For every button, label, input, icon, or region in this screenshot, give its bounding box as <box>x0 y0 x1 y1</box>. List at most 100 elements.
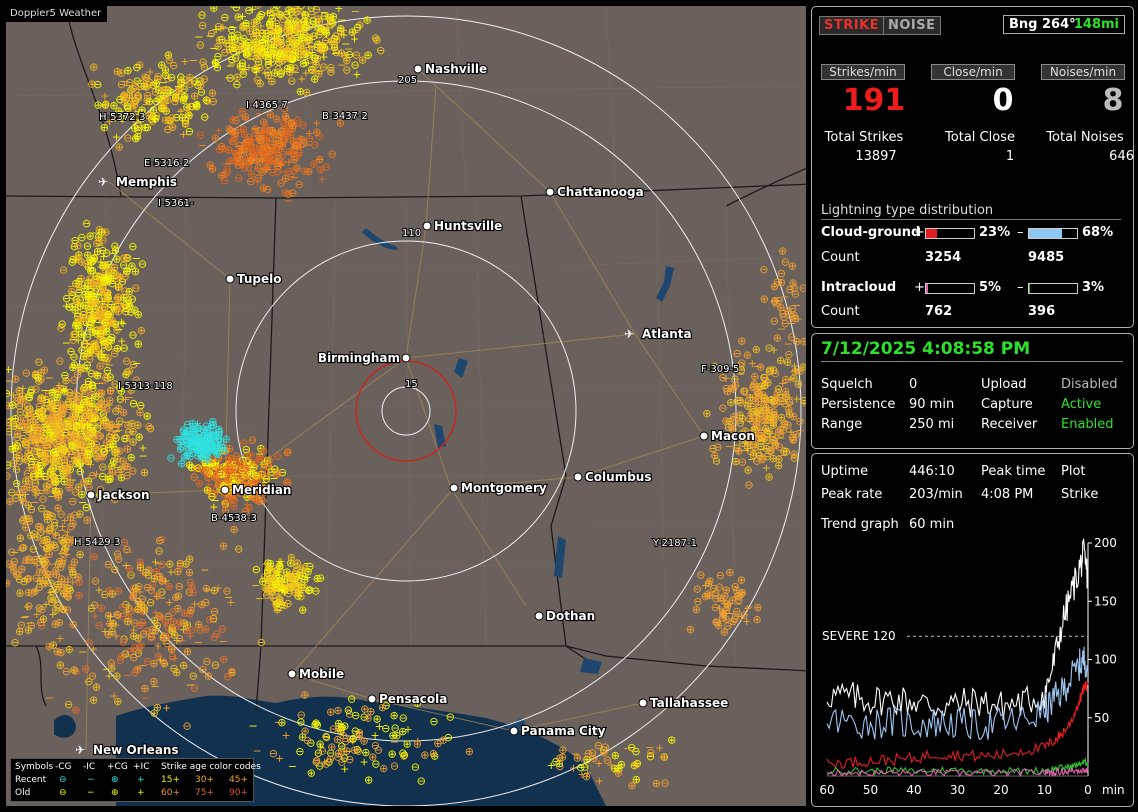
svg-text:⊖: ⊖ <box>74 423 83 436</box>
svg-text:+: + <box>62 300 71 313</box>
svg-text:⊕: ⊕ <box>714 619 723 632</box>
svg-text:⊖: ⊖ <box>398 746 407 759</box>
noise-mode-button[interactable]: NOISE <box>883 16 941 35</box>
receiver-value[interactable]: Enabled <box>1061 417 1114 432</box>
svg-text:⊕: ⊕ <box>203 446 212 459</box>
svg-text:⊕: ⊕ <box>179 94 188 107</box>
city-tupelo[interactable]: Tupelo <box>225 271 283 287</box>
city-dot-icon <box>545 187 555 197</box>
svg-text:−: − <box>124 391 133 404</box>
neg-ic-recent-icon: − <box>87 774 95 787</box>
map-canvas[interactable]: −⊖⊖⊖⊖⊕⊖ ⊖⊕ ++⊕+⊖⊕⊖⊖⊕+ ⊖⊕⊕ ⊕⊖+⊖⊕⊕⊕⊖⊕⊖⊕ ⊕⊖⊕⊖⊖−+… <box>6 6 806 806</box>
svg-text:⊕: ⊕ <box>327 740 336 753</box>
svg-text:⊖: ⊖ <box>211 658 220 671</box>
city-dot-icon <box>638 698 648 708</box>
capture-value[interactable]: Active <box>1061 397 1101 412</box>
svg-text:⊕: ⊕ <box>789 447 798 460</box>
legend-header-pos-ic: +IC <box>133 761 149 774</box>
svg-text:⊖: ⊖ <box>197 85 206 98</box>
svg-text:⊖: ⊖ <box>321 161 330 174</box>
svg-text:+: + <box>308 30 317 43</box>
cg-positive-fill <box>926 229 938 238</box>
svg-text:⊖: ⊖ <box>351 709 360 722</box>
city-pensacola[interactable]: Pensacola <box>367 691 448 707</box>
city-memphis[interactable]: ✈ Memphis <box>98 174 178 190</box>
svg-text:⊕: ⊕ <box>133 603 142 616</box>
svg-text:⊖: ⊖ <box>38 447 47 460</box>
svg-text:⊕: ⊕ <box>760 293 769 306</box>
svg-text:⊖: ⊖ <box>196 129 205 142</box>
svg-text:−: − <box>571 747 580 760</box>
city-columbus[interactable]: Columbus <box>573 469 653 485</box>
svg-text:⊕: ⊕ <box>363 48 372 61</box>
svg-text:+: + <box>162 701 171 714</box>
svg-text:⊕: ⊕ <box>234 11 243 24</box>
sensor-marker[interactable]: Y-2187-1 <box>651 537 698 550</box>
svg-text:⊖: ⊖ <box>125 76 134 89</box>
sensor-marker[interactable]: I-5313-118 <box>117 380 174 393</box>
svg-text:⊕: ⊕ <box>317 42 326 55</box>
sensor-marker[interactable]: B-3437-2 <box>321 110 369 123</box>
distribution-title: Lightning type distribution <box>821 203 1121 220</box>
city-panama-city[interactable]: Panama City <box>509 723 607 739</box>
bearing-readout: Bng 264° 148mi <box>1003 15 1125 34</box>
svg-text:⊕: ⊕ <box>141 566 150 579</box>
svg-text:⊖: ⊖ <box>47 510 56 523</box>
sensor-marker[interactable]: H-5372-3 <box>98 111 147 124</box>
svg-text:−: − <box>114 323 123 336</box>
lightning-map[interactable]: Doppler5 Weather − ⊖ ⊖ ⊖ ⊖ ⊕ ⊖ ⊖ ⊕ + + ⊕… <box>6 6 806 806</box>
x-tick-label: 40 <box>906 783 921 797</box>
squelch-value: 0 <box>909 377 917 392</box>
svg-text:−: − <box>785 398 794 411</box>
svg-text:⊖: ⊖ <box>72 295 81 308</box>
city-dot-icon <box>413 64 423 74</box>
svg-text:⊖: ⊖ <box>340 719 349 732</box>
legend-age-title: Strike age color codes <box>161 761 261 774</box>
sensor-marker[interactable]: F-309-5 <box>700 363 740 376</box>
city-dothan[interactable]: Dothan <box>534 608 596 624</box>
range-ring-label: 15 <box>405 379 418 390</box>
city-birmingham[interactable]: Birmingham <box>317 350 411 366</box>
city-chattanooga[interactable]: Chattanooga <box>545 184 645 200</box>
city-macon[interactable]: Macon <box>699 428 756 444</box>
svg-text:+: + <box>161 575 170 588</box>
svg-text:−: − <box>248 720 257 733</box>
city-nashville[interactable]: Nashville <box>413 61 488 77</box>
svg-text:⊕: ⊕ <box>778 245 787 258</box>
svg-text:⊕: ⊕ <box>125 364 134 377</box>
svg-text:⊕: ⊕ <box>229 523 238 536</box>
city-label: Dothan <box>546 609 595 623</box>
svg-text:−: − <box>62 337 71 350</box>
svg-text:⊕: ⊕ <box>302 86 311 99</box>
svg-text:⊖: ⊖ <box>84 675 93 688</box>
svg-text:⊕: ⊕ <box>737 334 746 347</box>
svg-text:⊖: ⊖ <box>220 174 229 187</box>
svg-text:⊕: ⊕ <box>760 392 769 405</box>
city-new-orleans[interactable]: ✈ New Orleans <box>75 742 180 758</box>
city-label: Mobile <box>299 667 344 681</box>
svg-text:⊕: ⊕ <box>140 682 149 695</box>
sensor-marker[interactable]: B-4538-3 <box>210 512 258 525</box>
city-huntsville[interactable]: Huntsville <box>422 218 503 234</box>
city-label: Montgomery <box>461 481 547 495</box>
svg-text:⊕: ⊕ <box>398 725 407 738</box>
upload-value[interactable]: Disabled <box>1061 377 1117 392</box>
legend-header-neg-cg: -CG <box>55 761 72 774</box>
city-tallahassee[interactable]: Tallahassee <box>638 695 729 711</box>
strike-mode-button[interactable]: STRIKE <box>819 16 885 35</box>
sensor-marker[interactable]: I-4365-7 <box>245 99 289 112</box>
range-labels: 205 110 15 <box>397 74 422 391</box>
svg-text:+: + <box>32 558 41 571</box>
city-montgomery[interactable]: Montgomery <box>449 480 548 496</box>
svg-text:⊕: ⊕ <box>781 385 790 398</box>
svg-text:⊕: ⊕ <box>433 737 442 750</box>
svg-text:⊖: ⊖ <box>288 33 297 46</box>
sensor-marker[interactable]: I-5361- <box>157 197 195 210</box>
noises-per-min-label: Noises/min <box>1041 64 1125 80</box>
sensor-marker[interactable]: E-5316-2 <box>143 157 190 170</box>
city-label: Memphis <box>116 175 177 189</box>
sensor-marker[interactable]: H-5429-3 <box>73 536 122 549</box>
city-meridian[interactable]: Meridian <box>220 482 293 498</box>
svg-text:⊕: ⊕ <box>326 753 335 766</box>
svg-text:⊖: ⊖ <box>646 746 655 759</box>
